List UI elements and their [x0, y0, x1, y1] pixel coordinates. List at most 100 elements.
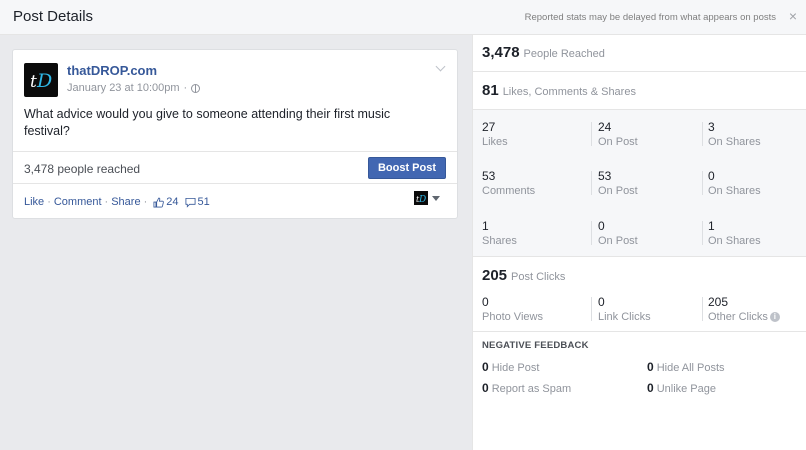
stat-value: 3	[708, 120, 715, 134]
shares-on-post-cell: 0 On Post	[598, 219, 708, 247]
divider	[702, 171, 703, 195]
stat-value: 0	[482, 381, 489, 395]
comments-on-shares-cell: 0 On Shares	[708, 169, 806, 197]
other-clicks-cell: 205 Other Clicks i	[708, 295, 806, 323]
stat-value: 0	[598, 219, 605, 233]
close-icon[interactable]: ×	[786, 9, 800, 23]
reach-section: 3,478 People Reached	[473, 35, 806, 72]
post-details-header: Post Details Reported stats may be delay…	[0, 0, 806, 35]
shares-on-shares-cell: 1 On Shares	[708, 219, 806, 247]
page-title: Post Details	[13, 8, 94, 25]
stat-value: 24	[598, 120, 612, 134]
globe-icon	[191, 83, 201, 93]
post-preview-area: t D thatDROP.com January 23 at 10:00pm ·…	[0, 35, 472, 450]
stat-label: Comments	[482, 185, 536, 197]
like-link[interactable]: Like	[24, 196, 44, 208]
people-reached-label: People Reached	[523, 48, 605, 60]
stat-label: Link Clicks	[598, 311, 651, 323]
stat-label: Report as Spam	[491, 383, 572, 395]
post-clicks-label: Post Clicks	[511, 271, 566, 283]
stat-label: Other Clicks i	[708, 311, 806, 323]
stat-value: 1	[482, 219, 489, 233]
stat-value: 0	[647, 381, 654, 395]
reach-row: 3,478 people reached Boost Post	[13, 151, 457, 184]
divider	[702, 221, 703, 245]
caret-down-icon	[432, 195, 440, 201]
likes-count-group[interactable]: 24	[153, 196, 179, 208]
chevron-down-icon[interactable]	[435, 62, 447, 74]
stat-value: 0	[708, 169, 715, 183]
stat-label: On Shares	[708, 185, 761, 197]
divider	[702, 297, 703, 321]
negative-feedback-title: NEGATIVE FEEDBACK	[482, 340, 589, 351]
link-clicks-cell: 0 Link Clicks	[598, 295, 708, 323]
post-meta: January 23 at 10:00pm ·	[67, 82, 201, 94]
stat-label: On Post	[598, 235, 638, 247]
engagement-breakdown: 27 Likes 24 On Post 3 On Shares 53 Comme…	[473, 110, 806, 257]
shares-total-cell: 1 Shares	[482, 219, 592, 247]
thatdrop-logo-icon: t D	[416, 195, 426, 204]
divider	[591, 171, 592, 195]
page-voice-selector[interactable]: t D	[414, 191, 440, 205]
stat-label: Unlike Page	[656, 383, 717, 395]
comments-total-cell: 53 Comments	[482, 169, 592, 197]
action-separator: ·	[47, 196, 51, 208]
stat-label: Hide Post	[491, 362, 540, 374]
thatdrop-logo-icon: t D	[30, 70, 52, 92]
comments-on-post-cell: 53 On Post	[598, 169, 708, 197]
stats-panel: 3,478 People Reached 81 Likes, Comments & …	[472, 35, 806, 450]
stat-value: 53	[482, 169, 496, 183]
stat-label: On Shares	[708, 235, 761, 247]
stat-label: On Post	[598, 136, 638, 148]
stat-label: Shares	[482, 235, 517, 247]
likes-total-cell: 27 Likes	[482, 120, 592, 148]
unlike-page-stat: 0 Unlike Page	[647, 381, 716, 395]
engagement-section: 81 Likes, Comments & Shares	[473, 72, 806, 110]
svg-text:D: D	[36, 70, 52, 92]
page-avatar[interactable]: t D	[24, 63, 58, 97]
engagement-label: Likes, Comments & Shares	[502, 86, 636, 98]
meta-separator: ·	[183, 82, 188, 94]
share-link[interactable]: Share	[111, 196, 140, 208]
stat-value: 53	[598, 169, 612, 183]
page-name-link[interactable]: thatDROP.com	[67, 63, 157, 78]
stat-value: 0	[482, 360, 489, 374]
stat-label: On Post	[598, 185, 638, 197]
engagement-value: 81	[482, 82, 499, 99]
likes-on-post-cell: 24 On Post	[598, 120, 708, 148]
comments-count-group[interactable]: 51	[185, 196, 210, 208]
stat-label: Likes	[482, 136, 508, 148]
thumbs-up-icon	[153, 197, 165, 207]
stat-label: Photo Views	[482, 311, 543, 323]
post-card: t D thatDROP.com January 23 at 10:00pm ·…	[12, 49, 458, 219]
post-clicks-section: 205 Post Clicks 0 Photo Views 0 Link Clic…	[473, 257, 806, 332]
stat-value: 0	[482, 295, 489, 309]
stat-label: Hide All Posts	[656, 362, 725, 374]
stat-value: 1	[708, 219, 715, 233]
likes-count: 24	[166, 196, 179, 208]
action-separator: ·	[104, 196, 109, 208]
comment-bubble-icon	[185, 197, 195, 208]
comment-link[interactable]: Comment	[54, 196, 102, 208]
page-mini-avatar: t D	[414, 191, 428, 205]
stat-value: 0	[647, 360, 654, 374]
stat-value: 205	[708, 295, 729, 309]
people-reached-value: 3,478	[482, 44, 520, 61]
report-spam-stat: 0 Report as Spam	[482, 381, 571, 395]
divider	[702, 122, 703, 146]
stats-delay-note: Reported stats may be delayed from what …	[524, 12, 776, 23]
divider	[591, 122, 592, 146]
post-text: What advice would you give to someone at…	[24, 107, 391, 138]
stat-value: 27	[482, 120, 496, 134]
boost-post-button[interactable]: Boost Post	[367, 157, 446, 179]
info-icon[interactable]: i	[769, 312, 780, 323]
people-reached-text: 3,478 people reached	[24, 162, 141, 176]
svg-text:t: t	[30, 72, 37, 92]
post-timestamp[interactable]: January 23 at 10:00pm	[67, 82, 180, 94]
post-clicks-value: 205	[482, 267, 508, 284]
other-clicks-label: Other Clicks	[708, 311, 768, 323]
likes-on-shares-cell: 3 On Shares	[708, 120, 806, 148]
svg-text:D: D	[418, 195, 426, 204]
comments-count: 51	[197, 196, 210, 208]
post-actions: Like · Comment · Share · 24 51	[24, 196, 210, 208]
